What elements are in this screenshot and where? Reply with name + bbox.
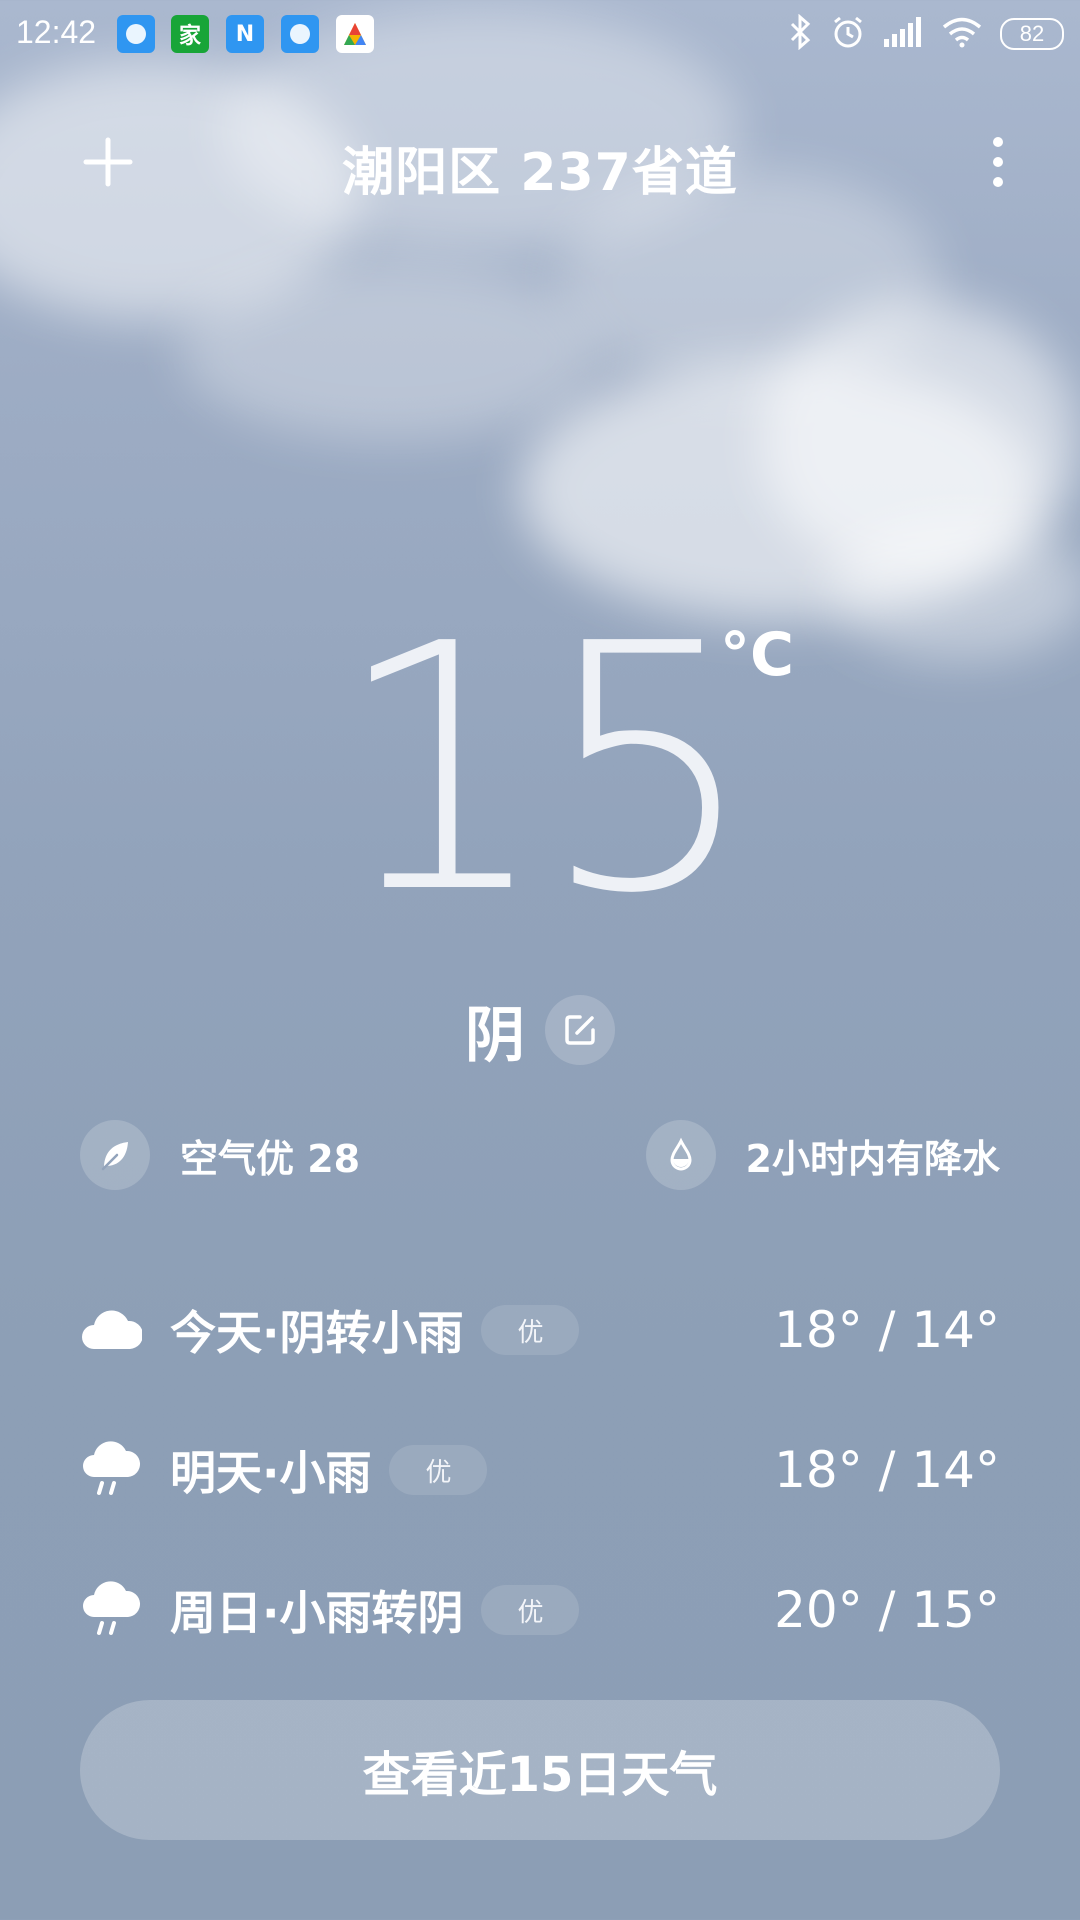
condition-row: 阴: [0, 995, 1080, 1071]
fifteen-day-forecast-button[interactable]: 查看近15日天气: [80, 1700, 1000, 1840]
forecast-list: 今天·阴转小雨 优 18° / 14° 明天·小雨 优 18° / 14° 周日…: [80, 1260, 1000, 1680]
more-options-button[interactable]: [986, 134, 1010, 190]
forecast-row-tomorrow[interactable]: 明天·小雨 优 18° / 14°: [80, 1400, 1000, 1540]
cloudy-icon: [82, 1310, 142, 1349]
wifi-icon: [942, 16, 982, 52]
location-title[interactable]: 潮阳区 237省道: [0, 130, 1080, 205]
bluetooth-icon: [788, 13, 812, 54]
leaf-icon: [80, 1120, 150, 1190]
precipitation-text: 2小时内有降水: [745, 1136, 1000, 1181]
browser-app-icon-2: [281, 15, 319, 53]
aqi-badge: 优: [389, 1445, 488, 1495]
forecast-temp: 18° / 14°: [774, 1301, 1000, 1359]
more-vertical-icon: [993, 137, 1003, 187]
a-app-icon: [336, 15, 374, 53]
edit-button[interactable]: [545, 995, 615, 1065]
alarm-icon: [830, 14, 866, 54]
browser-app-icon: [117, 15, 155, 53]
air-quality[interactable]: 空气优 28: [80, 1120, 360, 1190]
forecast-row-sunday[interactable]: 周日·小雨转阴 优 20° / 15°: [80, 1540, 1000, 1680]
forecast-label: 周日·小雨转阴: [170, 1586, 464, 1640]
forecast-label: 今天·阴转小雨: [170, 1306, 464, 1360]
current-temperature: 15 °C: [0, 600, 1080, 940]
temperature-value: 15: [333, 572, 757, 968]
water-drop-icon: [645, 1120, 716, 1190]
precipitation[interactable]: 2小时内有降水: [645, 1120, 1000, 1190]
status-time: 12:42: [16, 14, 97, 50]
green-app-icon: 家: [171, 15, 209, 53]
battery-indicator: 82: [1000, 18, 1064, 50]
n-app-icon: N: [226, 15, 264, 53]
info-row: 空气优 28 2小时内有降水: [80, 1120, 1000, 1190]
edit-icon: [565, 1015, 595, 1045]
signal-icon: [884, 17, 924, 51]
temperature-unit: °C: [720, 620, 795, 690]
forecast-label: 明天·小雨: [170, 1446, 372, 1500]
forecast-temp: 18° / 14°: [774, 1441, 1000, 1499]
status-indicators: 82: [788, 13, 1064, 54]
header: 潮阳区 237省道: [0, 110, 1080, 210]
aqi-badge: 优: [481, 1585, 580, 1635]
condition-text: 阴: [465, 1000, 525, 1071]
forecast-temp: 20° / 15°: [774, 1581, 1000, 1639]
air-quality-text: 空气优 28: [180, 1136, 361, 1181]
aqi-badge: 优: [481, 1305, 580, 1355]
light-rain-icon: [83, 1581, 141, 1635]
status-bar: 12:42 家 N 82: [0, 0, 1080, 72]
light-rain-icon: [83, 1441, 141, 1495]
forecast-row-today[interactable]: 今天·阴转小雨 优 18° / 14°: [80, 1260, 1000, 1400]
